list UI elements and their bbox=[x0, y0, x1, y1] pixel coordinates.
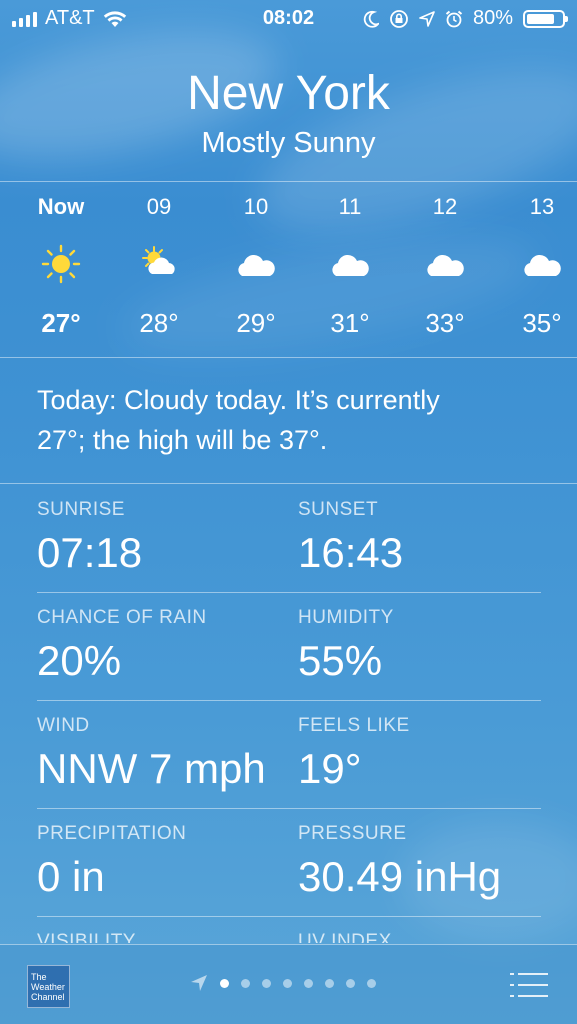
battery-icon bbox=[523, 9, 568, 28]
cloud-icon bbox=[427, 254, 464, 276]
detail-value: 07:18 bbox=[37, 529, 143, 576]
current-condition: Mostly Sunny bbox=[201, 127, 376, 159]
hour-label: 10 bbox=[243, 194, 269, 219]
hour-label: 12 bbox=[432, 194, 458, 219]
weather-screen: AT&T 08:02 80% New York Mostly Sunny Now… bbox=[0, 0, 577, 1024]
location-arrow-icon bbox=[419, 10, 435, 27]
divider bbox=[0, 483, 577, 484]
list-icon[interactable] bbox=[510, 971, 548, 999]
divider bbox=[0, 357, 577, 358]
detail-row: PRECIPITATION 0 in PRESSURE 30.49 inHg bbox=[37, 809, 541, 917]
weather-details[interactable]: SUNRISE 07:18 SUNSET 16:43 CHANCE OF RAI… bbox=[37, 485, 541, 943]
logo-text: The bbox=[31, 972, 47, 982]
partly-cloudy-icon bbox=[142, 246, 175, 274]
hour-temp: 29° bbox=[236, 308, 276, 338]
cloud-icon bbox=[238, 254, 275, 276]
city-name: New York bbox=[187, 67, 390, 120]
detail-label: PRESSURE bbox=[298, 823, 407, 844]
rotation-lock-icon bbox=[390, 9, 408, 28]
cloud-icon bbox=[524, 254, 561, 276]
detail-value: 30.49 inHg bbox=[298, 853, 502, 900]
detail-label: SUNSET bbox=[298, 499, 379, 520]
page-dot[interactable] bbox=[241, 978, 250, 988]
detail-row: WIND NNW 7 mph FEELS LIKE 19° bbox=[37, 701, 541, 809]
detail-row: CHANCE OF RAIN 20% HUMIDITY 55% bbox=[37, 593, 541, 701]
summary-line: 27°; the high will be 37°. bbox=[37, 425, 328, 455]
logo-text: Weather bbox=[31, 982, 65, 992]
hour-label: 13 bbox=[529, 194, 555, 219]
detail-value: 20% bbox=[37, 637, 122, 684]
detail-label: PRECIPITATION bbox=[37, 823, 187, 844]
page-dots bbox=[220, 978, 376, 988]
page-indicator[interactable] bbox=[190, 971, 376, 995]
page-dot[interactable] bbox=[304, 978, 313, 988]
weather-channel-logo[interactable]: The Weather Channel bbox=[27, 965, 70, 1008]
detail-label: WIND bbox=[37, 715, 90, 736]
detail-value: 0 in bbox=[37, 853, 105, 900]
detail-value: NNW 7 mph bbox=[37, 745, 266, 792]
detail-value: 16:43 bbox=[298, 529, 404, 576]
detail-label: SUNRISE bbox=[37, 499, 125, 520]
detail-label: HUMIDITY bbox=[298, 607, 394, 628]
hour-temp: 31° bbox=[330, 308, 370, 338]
daily-summary: Today: Cloudy today. It’s currently 27°;… bbox=[37, 380, 537, 460]
status-bar: AT&T 08:02 80% bbox=[0, 0, 577, 38]
hour-label: 09 bbox=[146, 194, 172, 219]
location-arrow-icon bbox=[191, 975, 207, 991]
detail-value: 55% bbox=[298, 637, 383, 684]
hour-label: Now bbox=[37, 194, 85, 219]
battery-percent: 80% bbox=[472, 7, 513, 29]
page-dot[interactable] bbox=[325, 978, 334, 988]
logo-text: Channel bbox=[31, 992, 65, 1002]
detail-label: CHANCE OF RAIN bbox=[37, 607, 207, 628]
sun-icon bbox=[41, 244, 81, 284]
hour-temp: 27° bbox=[41, 308, 81, 338]
hour-temp: 28° bbox=[139, 308, 179, 338]
hour-temp: 35° bbox=[522, 308, 562, 338]
page-dot[interactable] bbox=[262, 978, 271, 988]
page-dot[interactable] bbox=[367, 978, 376, 988]
hour-label: 11 bbox=[338, 194, 362, 219]
hourly-forecast[interactable]: Now 27° 09 28° 10 29° 11 31° 12 33° 13 3… bbox=[0, 182, 577, 357]
moon-icon bbox=[363, 10, 379, 28]
bottom-toolbar: The Weather Channel bbox=[0, 944, 577, 1024]
detail-value: 19° bbox=[298, 745, 362, 792]
cloud-icon bbox=[332, 254, 369, 276]
page-dot[interactable] bbox=[220, 978, 229, 988]
page-dot[interactable] bbox=[283, 978, 292, 988]
detail-label: VISIBILITY bbox=[37, 931, 136, 943]
detail-row: VISIBILITY UV INDEX bbox=[37, 917, 541, 943]
alarm-icon bbox=[445, 10, 463, 27]
detail-label: UV INDEX bbox=[298, 931, 392, 943]
hour-temp: 33° bbox=[425, 308, 465, 338]
summary-line: Today: Cloudy today. It’s currently bbox=[37, 385, 440, 415]
page-dot[interactable] bbox=[346, 978, 355, 988]
detail-label: FEELS LIKE bbox=[298, 715, 410, 736]
detail-row: SUNRISE 07:18 SUNSET 16:43 bbox=[37, 485, 541, 593]
